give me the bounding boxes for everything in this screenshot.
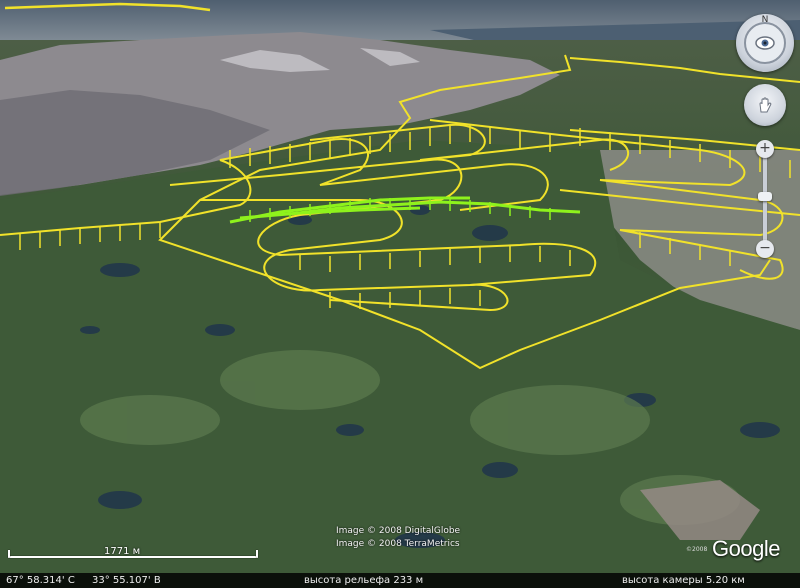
status-bar: 67° 58.314' С 33° 55.107' В высота релье… <box>0 573 800 588</box>
longitude-readout: 33° 55.107' В <box>92 575 161 586</box>
north-indicator[interactable]: N <box>762 15 769 25</box>
map-view[interactable]: N + − Image © 2008 DigitalGlobe Image © … <box>0 0 800 588</box>
latitude-readout: 67° 58.314' С <box>6 575 75 586</box>
zoom-thumb[interactable] <box>758 192 772 201</box>
elevation-readout: высота рельефа 233 м <box>304 575 424 586</box>
imagery-credits: Image © 2008 DigitalGlobe Image © 2008 T… <box>336 525 460 551</box>
logo-copyright: ©2008 <box>686 546 708 553</box>
zoom-out-button[interactable]: − <box>756 240 774 258</box>
terrain-imagery[interactable] <box>0 0 800 588</box>
hand-icon[interactable] <box>755 95 775 115</box>
zoom-in-button[interactable]: + <box>756 140 774 158</box>
scale-tick-start <box>8 550 10 557</box>
credit-digitalglobe: Image © 2008 DigitalGlobe <box>336 526 461 536</box>
credit-terrametrics: Image © 2008 TerraMetrics <box>336 539 460 549</box>
navigation-compass[interactable]: N <box>736 14 794 72</box>
scale-bar: 1771 м <box>8 546 258 560</box>
camera-altitude-readout: высота камеры 5.20 км <box>622 575 745 586</box>
zoom-slider[interactable]: + − <box>755 140 775 258</box>
scale-line <box>8 556 258 558</box>
look-joystick[interactable] <box>744 84 786 126</box>
google-logo: Google <box>712 536 780 561</box>
scale-tick-end <box>256 550 258 557</box>
eye-icon[interactable] <box>755 33 775 53</box>
